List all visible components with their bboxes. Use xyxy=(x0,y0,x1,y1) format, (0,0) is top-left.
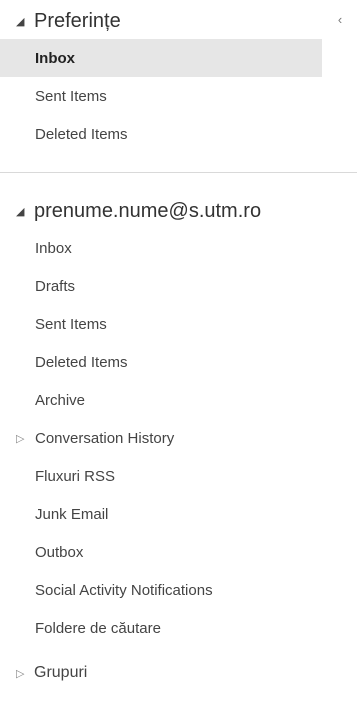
account-item-junk-email[interactable]: Junk Email xyxy=(0,495,357,533)
account-item-archive[interactable]: Archive xyxy=(0,381,357,419)
folder-label: Outbox xyxy=(35,543,84,561)
folder-label: Archive xyxy=(35,391,86,409)
triangle-down-icon[interactable]: ◢ xyxy=(16,205,30,218)
account-item-deleted-items[interactable]: Deleted Items xyxy=(0,343,357,381)
section-divider xyxy=(0,172,357,173)
account-item-fluxuri-rss[interactable]: Fluxuri RSS xyxy=(0,457,357,495)
account-item-inbox[interactable]: Inbox xyxy=(0,229,357,267)
account-item-conversation-history[interactable]: ▷ Conversation History xyxy=(0,419,357,457)
favorites-item-inbox[interactable]: Inbox xyxy=(0,39,322,77)
account-item-sent-items[interactable]: Sent Items xyxy=(0,305,357,343)
groups-header[interactable]: ▷ Grupuri xyxy=(0,655,357,691)
chevron-left-icon[interactable]: ‹ xyxy=(333,13,347,27)
triangle-right-icon[interactable]: ▷ xyxy=(16,667,30,680)
folder-label: Inbox xyxy=(35,49,75,67)
folder-label: Inbox xyxy=(35,239,72,257)
account-item-foldere-de-cautare[interactable]: Foldere de căutare xyxy=(0,609,357,647)
folder-label: Fluxuri RSS xyxy=(35,467,116,485)
folder-pane: ‹ ◢ Preferințe Inbox Sent Items Deleted … xyxy=(0,3,357,720)
folder-label: Junk Email xyxy=(35,505,109,523)
folder-label: Foldere de căutare xyxy=(35,619,161,637)
favorites-header[interactable]: ◢ Preferințe xyxy=(0,3,357,39)
favorites-header-label: Preferințe xyxy=(34,9,121,32)
folder-label: Conversation History xyxy=(35,429,175,447)
favorites-item-sent-items[interactable]: Sent Items xyxy=(0,77,357,115)
folder-label: Sent Items xyxy=(35,315,107,333)
account-item-drafts[interactable]: Drafts xyxy=(0,267,357,305)
account-item-outbox[interactable]: Outbox xyxy=(0,533,357,571)
account-item-social-activity-notifications[interactable]: Social Activity Notifications xyxy=(0,571,357,609)
account-header-label: prenume.nume@s.utm.ro xyxy=(34,199,262,222)
triangle-down-icon[interactable]: ◢ xyxy=(16,15,30,28)
folder-label: Drafts xyxy=(35,277,76,295)
groups-header-label: Grupuri xyxy=(34,664,88,681)
folder-label: Sent Items xyxy=(35,87,107,105)
folder-label: Social Activity Notifications xyxy=(35,581,213,599)
account-header[interactable]: ◢ prenume.nume@s.utm.ro xyxy=(0,193,357,229)
triangle-right-icon[interactable]: ▷ xyxy=(16,432,30,445)
favorites-item-deleted-items[interactable]: Deleted Items xyxy=(0,115,357,153)
folder-label: Deleted Items xyxy=(35,353,128,371)
folder-label: Deleted Items xyxy=(35,125,128,143)
